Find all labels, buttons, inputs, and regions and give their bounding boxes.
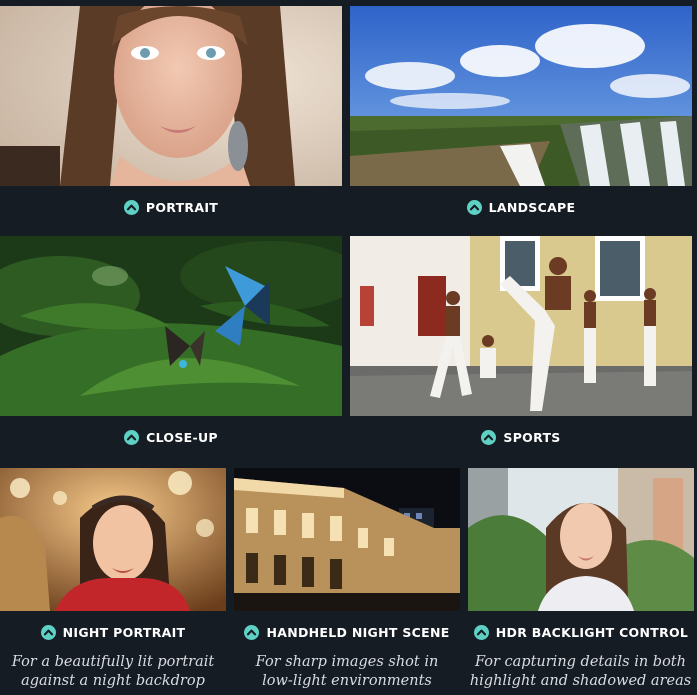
mode-chevron-up-icon (40, 624, 56, 640)
mode-label-sports: SPORTS (350, 426, 692, 448)
mode-label-portrait: PORTRAIT (0, 196, 342, 218)
night-portrait-photo (0, 468, 226, 611)
sports-photo (350, 236, 692, 416)
mode-chevron-up-icon (466, 199, 482, 215)
mode-label-close-up: CLOSE-UP (0, 426, 342, 448)
handheld-night-scene-description: For sharp images shot in low-light envir… (255, 654, 439, 689)
mode-chevron-up-icon (481, 429, 497, 445)
hdr-backlight-control-description: For capturing details in both highlight … (469, 654, 692, 689)
portrait-photo (0, 6, 342, 186)
mode-label-night-portrait: NIGHT PORTRAIT (0, 621, 226, 643)
mode-label-hdr-backlight-control: HDR BACKLIGHT CONTROL (468, 621, 694, 643)
mode-chevron-up-icon (123, 199, 139, 215)
close-up-photo (0, 236, 342, 416)
mode-chevron-up-icon (473, 624, 489, 640)
night-portrait-description: For a beautifully lit portrait against a… (11, 654, 215, 689)
landscape-photo (350, 6, 692, 186)
mode-chevron-up-icon (124, 429, 140, 445)
hdr-backlight-control-photo (468, 468, 694, 611)
mode-label-landscape: LANDSCAPE (350, 196, 692, 218)
mode-label-handheld-night-scene: HANDHELD NIGHT SCENE (234, 621, 460, 643)
handheld-night-scene-photo (234, 468, 460, 611)
mode-chevron-up-icon (244, 624, 260, 640)
